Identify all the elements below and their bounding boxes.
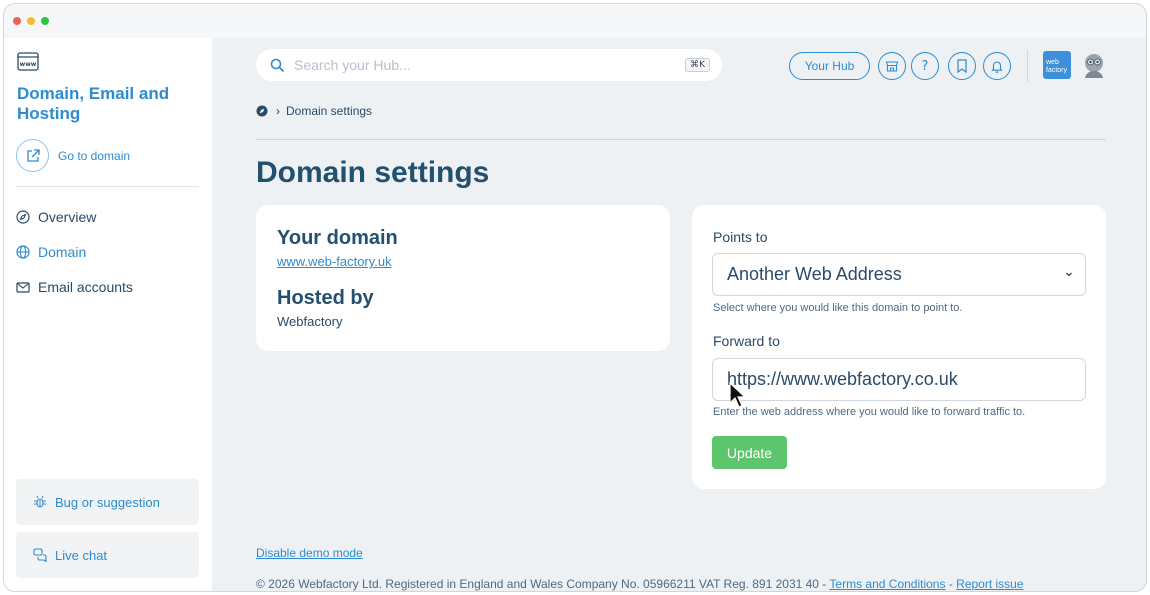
close-window-button[interactable] bbox=[13, 17, 21, 25]
store-button[interactable] bbox=[878, 52, 906, 80]
bug-icon bbox=[34, 495, 46, 508]
footer: © 2026 Webfactory Ltd. Registered in Eng… bbox=[256, 577, 1024, 591]
breadcrumb: › Domain settings bbox=[256, 104, 372, 118]
compass-icon[interactable] bbox=[256, 105, 268, 117]
store-icon bbox=[885, 61, 899, 72]
footer-separator: - bbox=[945, 577, 957, 591]
points-to-label: Points to bbox=[713, 229, 768, 245]
chevron-right-icon: › bbox=[276, 104, 280, 118]
page-title: Domain settings bbox=[256, 156, 490, 189]
points-to-select[interactable]: Another Web Address bbox=[712, 253, 1086, 296]
your-domain-heading: Your domain bbox=[277, 227, 398, 249]
topbar-divider bbox=[1027, 50, 1028, 82]
search-icon bbox=[270, 58, 285, 72]
browser-window: www Domain, Email and Hosting Go to doma… bbox=[3, 3, 1147, 592]
webfactory-logo[interactable]: web factory bbox=[1043, 51, 1071, 79]
forward-to-input[interactable] bbox=[712, 358, 1086, 401]
avatar[interactable] bbox=[1080, 51, 1108, 79]
terms-link[interactable]: Terms and Conditions bbox=[829, 577, 945, 591]
bell-icon bbox=[991, 61, 1003, 73]
points-to-help-text: Select where you would like this domain … bbox=[713, 302, 963, 314]
chat-icon bbox=[33, 548, 47, 562]
bug-or-suggestion-label: Bug or suggestion bbox=[55, 494, 160, 510]
minimize-window-button[interactable] bbox=[27, 17, 35, 25]
sidebar-item-email-accounts[interactable]: Email accounts bbox=[16, 279, 133, 295]
search-input[interactable] bbox=[294, 57, 674, 73]
disable-demo-mode-link[interactable]: Disable demo mode bbox=[256, 546, 363, 560]
question-mark-icon: ? bbox=[921, 58, 929, 74]
sidebar-divider bbox=[16, 186, 199, 187]
go-to-domain-label: Go to domain bbox=[58, 148, 131, 163]
update-button[interactable]: Update bbox=[712, 436, 787, 469]
live-chat-button[interactable]: Live chat bbox=[16, 532, 199, 578]
external-link-icon bbox=[16, 139, 49, 172]
forward-to-label: Forward to bbox=[713, 333, 780, 349]
maximize-window-button[interactable] bbox=[41, 17, 49, 25]
bookmark-icon bbox=[957, 59, 967, 73]
your-hub-button[interactable]: Your Hub bbox=[789, 52, 870, 80]
report-issue-link[interactable]: Report issue bbox=[956, 577, 1023, 591]
envelope-icon bbox=[16, 282, 30, 293]
breadcrumb-current: Domain settings bbox=[286, 104, 373, 118]
header-divider bbox=[256, 139, 1106, 140]
sidebar: www Domain, Email and Hosting Go to doma… bbox=[4, 38, 212, 591]
bug-or-suggestion-button[interactable]: Bug or suggestion bbox=[16, 479, 199, 525]
go-to-domain-button[interactable]: Go to domain bbox=[16, 139, 130, 172]
bookmark-button[interactable] bbox=[948, 52, 976, 80]
points-to-selected-value: Another Web Address bbox=[727, 264, 902, 284]
chevron-down-icon bbox=[1066, 272, 1072, 277]
sidebar-item-label: Domain bbox=[38, 244, 87, 260]
globe-icon bbox=[16, 245, 30, 259]
sidebar-title: Domain, Email and Hosting bbox=[17, 84, 170, 123]
live-chat-label: Live chat bbox=[55, 547, 108, 563]
help-button[interactable]: ? bbox=[911, 52, 939, 80]
copyright-text: © 2026 Webfactory Ltd. Registered in Eng… bbox=[256, 577, 830, 591]
sidebar-item-domain[interactable]: Domain bbox=[16, 244, 86, 260]
mouse-cursor-icon bbox=[729, 382, 747, 408]
compass-icon bbox=[16, 210, 30, 224]
domain-info-card: Your domain www.web-factory.uk Hosted by… bbox=[256, 205, 670, 351]
domain-link[interactable]: www.web-factory.uk bbox=[277, 254, 392, 269]
keyboard-shortcut-badge: ⌘K bbox=[685, 58, 710, 72]
forward-to-help-text: Enter the web address where you would li… bbox=[713, 406, 1026, 418]
window-titlebar bbox=[4, 4, 1146, 38]
domain-settings-form: Points to Another Web Address Select whe… bbox=[692, 205, 1106, 489]
sidebar-item-label: Overview bbox=[38, 209, 97, 225]
hosted-by-heading: Hosted by bbox=[277, 287, 374, 309]
search-bar[interactable]: ⌘K bbox=[256, 49, 722, 81]
sidebar-item-overview[interactable]: Overview bbox=[16, 209, 96, 225]
www-icon: www bbox=[17, 52, 39, 71]
svg-text:www: www bbox=[20, 61, 37, 68]
notifications-button[interactable] bbox=[983, 52, 1011, 80]
hosted-by-value: Webfactory bbox=[277, 314, 343, 329]
sidebar-item-label: Email accounts bbox=[38, 279, 133, 295]
